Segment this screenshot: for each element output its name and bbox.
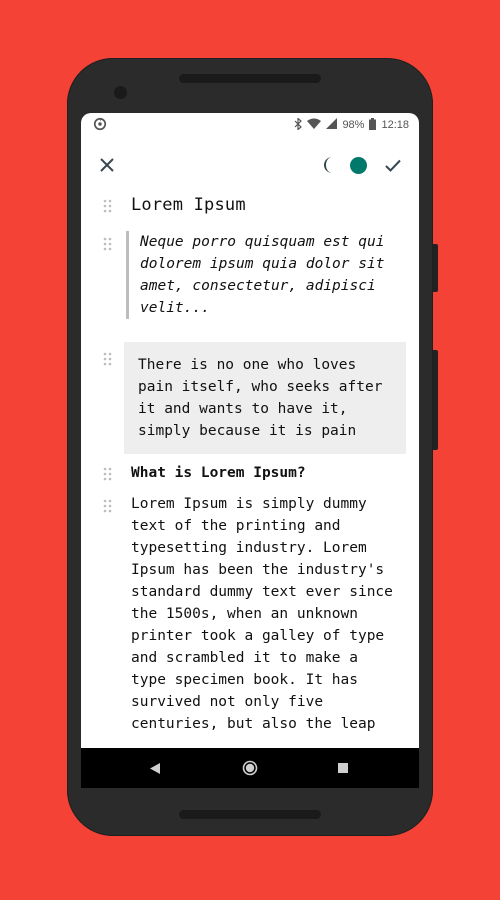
sync-icon	[93, 117, 109, 133]
moon-icon[interactable]	[315, 151, 343, 179]
bluetooth-icon	[294, 116, 303, 133]
close-icon[interactable]	[93, 151, 121, 179]
paragraph-line: survived not only five	[131, 694, 324, 710]
signal-icon	[326, 118, 338, 132]
volume-button	[433, 350, 438, 450]
quote-line: dolorem ipsum quia dolor sit	[140, 256, 385, 272]
quote-text[interactable]: Neque porro quisquam est qui dolorem ips…	[126, 231, 402, 319]
paragraph-line: centuries, but also the leap	[131, 716, 376, 732]
document-content: Lorem Ipsum Neque porro quisquam est qui…	[81, 189, 419, 760]
paragraph-line: the 1500s, when an unknown	[131, 606, 358, 622]
paragraph-block: Lorem Ipsum is simply dummy text of the …	[81, 493, 419, 760]
paragraph-line: and scrambled it to make a	[131, 650, 358, 666]
code-line: There is no one who loves	[138, 357, 357, 373]
paragraph-text[interactable]: Lorem Ipsum is simply dummy text of the …	[131, 493, 411, 735]
speaker-bottom	[179, 810, 321, 819]
check-icon[interactable]	[379, 151, 407, 179]
editor-toolbar	[81, 143, 419, 187]
code-block: There is no one who loves pain itself, w…	[81, 342, 419, 456]
battery-icon	[369, 117, 377, 133]
code-line: it and wants to have it,	[138, 401, 348, 417]
front-camera	[114, 86, 127, 99]
clock-time: 12:18	[381, 119, 409, 131]
title-block: Lorem Ipsum	[81, 189, 419, 225]
quote-line: amet, consectetur, adipisci	[140, 278, 376, 294]
phone-frame: 98% 12:18 Lorem Ipsum Neque porro quisqu…	[67, 58, 438, 836]
code-text[interactable]: There is no one who loves pain itself, w…	[124, 342, 406, 454]
paragraph-line: Ipsum has been the industry's	[131, 562, 385, 578]
navigation-bar	[81, 748, 419, 788]
wifi-icon	[307, 118, 322, 132]
drag-handle-icon[interactable]	[103, 199, 113, 213]
color-swatch-button[interactable]	[345, 152, 371, 178]
quote-line: Neque porro quisquam est qui	[140, 234, 385, 250]
paragraph-line: printer took a galley of type	[131, 628, 385, 644]
paragraph-line: text of the printing and	[131, 518, 341, 534]
paragraph-line: type specimen book. It has	[131, 672, 358, 688]
paragraph-line: Lorem Ipsum is simply dummy	[131, 496, 367, 512]
back-icon[interactable]	[145, 758, 165, 778]
drag-handle-icon[interactable]	[103, 499, 113, 513]
power-button	[433, 244, 438, 292]
drag-handle-icon[interactable]	[103, 352, 113, 366]
drag-handle-icon[interactable]	[103, 467, 113, 481]
subheading[interactable]: What is Lorem Ipsum?	[131, 465, 306, 481]
battery-level: 98%	[342, 119, 365, 131]
code-line: pain itself, who seeks after	[138, 379, 383, 395]
document-title[interactable]: Lorem Ipsum	[131, 195, 246, 215]
paragraph-line: standard dummy text ever since	[131, 584, 393, 600]
status-bar: 98% 12:18	[81, 113, 419, 137]
app-screen: 98% 12:18 Lorem Ipsum Neque porro quisqu…	[81, 113, 419, 788]
code-line: simply because it is pain	[138, 423, 357, 439]
quote-line: velit...	[140, 300, 210, 316]
drag-handle-icon[interactable]	[103, 237, 113, 251]
recents-icon[interactable]	[333, 758, 353, 778]
home-icon[interactable]	[240, 758, 260, 778]
speaker-top	[179, 74, 321, 83]
paragraph-line: typesetting industry. Lorem	[131, 540, 367, 556]
quote-block: Neque porro quisquam est qui dolorem ips…	[81, 231, 419, 331]
color-dot	[349, 156, 367, 174]
subheading-block: What is Lorem Ipsum?	[81, 459, 419, 489]
